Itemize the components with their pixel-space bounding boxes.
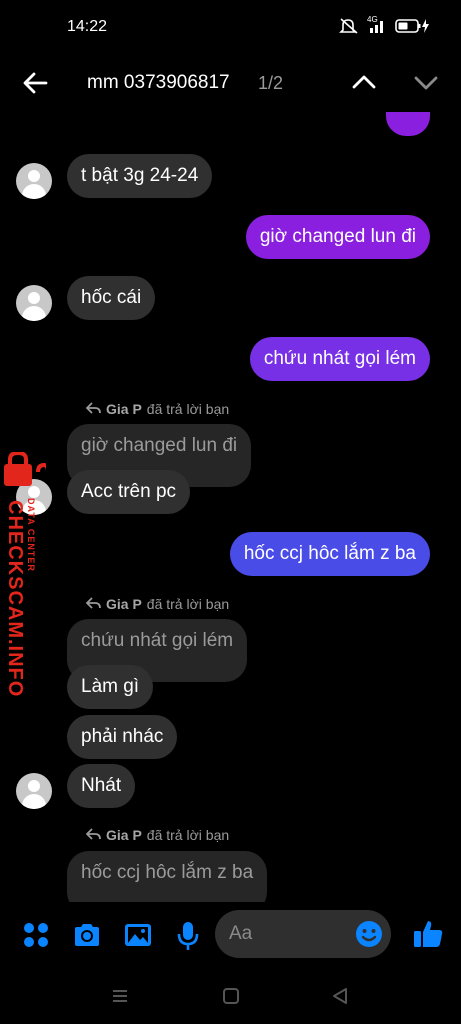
incoming-message-bubble[interactable]: phải nhác	[67, 715, 178, 759]
recents-icon[interactable]	[110, 986, 130, 1006]
gallery-icon[interactable]	[123, 921, 153, 951]
reply-label: Gia P đã trả lời bạn	[85, 401, 230, 417]
avatar[interactable]	[16, 285, 52, 321]
emoji-icon[interactable]	[355, 920, 383, 948]
message-list[interactable]: t bật 3g 24-24 giờ changed lun đi hốc cá…	[0, 112, 461, 902]
composer-bar	[0, 902, 461, 968]
checkscam-watermark: CHECKSCAM.INFO DATA CENTER	[0, 450, 50, 697]
reply-sender: Gia P	[106, 401, 142, 417]
back-triangle-icon[interactable]	[330, 986, 350, 1006]
padlock-logo-icon	[2, 450, 50, 493]
network-label: 4G	[367, 15, 378, 24]
message-input-container[interactable]	[215, 910, 391, 958]
search-query: mm 0373906817	[87, 72, 230, 93]
reply-text: đã trả lời bạn	[146, 827, 230, 843]
status-bar: 14:22 4G	[0, 0, 461, 56]
chevron-up-icon[interactable]	[350, 68, 378, 96]
incoming-message-bubble[interactable]: Làm gì	[67, 665, 154, 709]
partial-message-bubble[interactable]	[386, 112, 430, 136]
system-navigation-bar	[0, 968, 461, 1024]
reply-arrow-icon	[85, 827, 101, 843]
search-result-count: 1/2	[258, 73, 284, 93]
message-input[interactable]	[229, 923, 349, 945]
reply-arrow-icon	[85, 401, 101, 417]
camera-icon[interactable]	[72, 921, 102, 951]
watermark-subtext: DATA CENTER	[26, 498, 36, 572]
reply-text: đã trả lời bạn	[146, 596, 230, 612]
search-header: mm 0373906817 1/2	[0, 56, 461, 112]
back-arrow-icon[interactable]	[20, 68, 52, 98]
apps-icon[interactable]	[22, 921, 52, 951]
reply-sender: Gia P	[106, 827, 142, 843]
quoted-message-bubble[interactable]: hốc ccj hôc lắm z ba	[67, 851, 268, 902]
avatar[interactable]	[16, 773, 52, 809]
outgoing-message-bubble[interactable]: hốc ccj hôc lắm z ba	[229, 532, 430, 576]
status-time: 14:22	[67, 18, 108, 35]
home-icon[interactable]	[221, 986, 241, 1006]
chevron-down-icon[interactable]	[412, 68, 440, 96]
microphone-icon[interactable]	[174, 921, 204, 951]
thumbs-up-icon[interactable]	[412, 918, 443, 948]
incoming-message-bubble[interactable]: t bật 3g 24-24	[67, 154, 213, 198]
incoming-message-bubble[interactable]: Nhát	[67, 764, 136, 808]
battery-charging-icon	[395, 18, 431, 39]
outgoing-message-bubble[interactable]: giờ changed lun đi	[245, 215, 430, 259]
reply-label: Gia P đã trả lời bạn	[85, 596, 230, 612]
status-icons: 4G	[339, 15, 431, 39]
signal-icon: 4G	[367, 15, 385, 38]
reply-text: đã trả lời bạn	[146, 401, 230, 417]
watermark-text: CHECKSCAM.INFO	[4, 500, 26, 698]
reply-sender: Gia P	[106, 596, 142, 612]
outgoing-message-bubble[interactable]: chứu nhát gọi lém	[249, 337, 430, 381]
reply-label: Gia P đã trả lời bạn	[85, 827, 230, 843]
avatar[interactable]	[16, 163, 52, 199]
mute-icon	[339, 18, 359, 39]
reply-arrow-icon	[85, 596, 101, 612]
incoming-message-bubble[interactable]: hốc cái	[67, 276, 156, 320]
incoming-message-bubble[interactable]: Acc trên pc	[67, 470, 191, 514]
